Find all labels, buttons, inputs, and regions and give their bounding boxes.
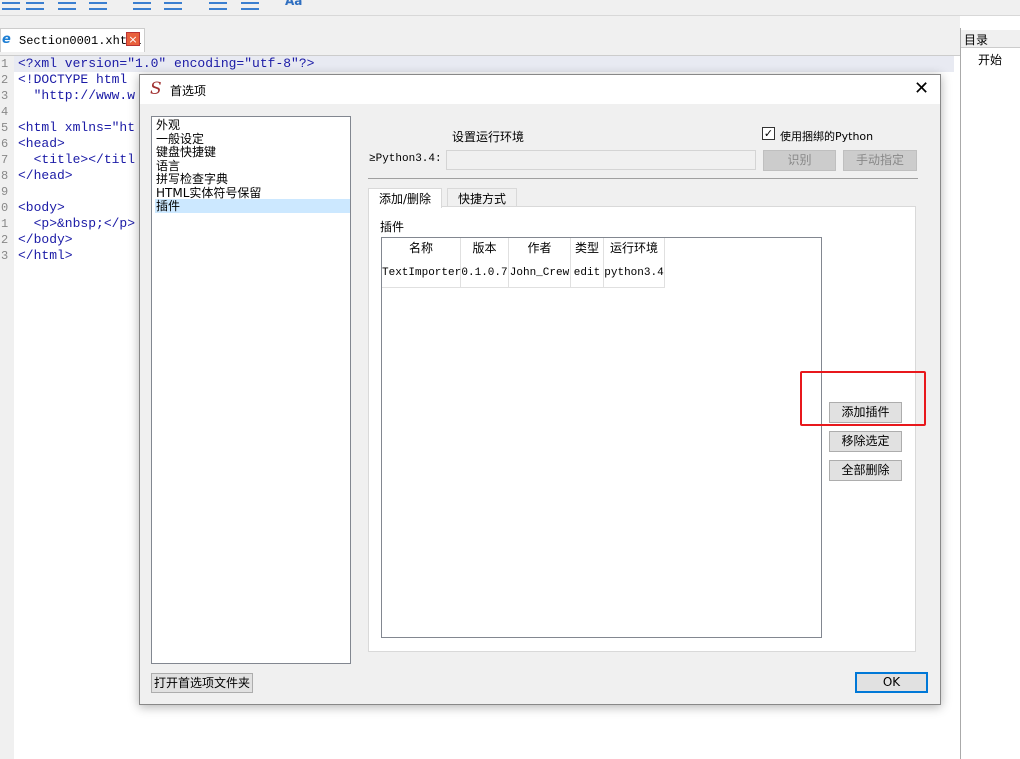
line-number: 0 (1, 201, 9, 215)
xhtml-file-icon: e (2, 32, 11, 47)
column-header[interactable]: 类型 (571, 238, 604, 261)
code-line: <html xmlns="ht (18, 120, 136, 135)
indent-icon[interactable] (241, 2, 259, 10)
code-line: <title></titl (18, 152, 136, 167)
dialog-title: 首选项 (170, 84, 207, 98)
line-number: 2 (1, 73, 9, 87)
manual-specify-button[interactable]: 手动指定 (843, 150, 917, 171)
outdent-icon[interactable] (209, 2, 227, 10)
align-right-icon[interactable] (58, 2, 76, 10)
column-header[interactable]: 作者 (509, 238, 571, 261)
code-line: </head> (18, 168, 73, 183)
tab-section0001[interactable]: Section0001.xhtml (0, 28, 145, 52)
toolbar: Aa (0, 0, 1020, 16)
category-list[interactable]: 外观 一般设定 键盘快捷键 语言 拼写检查字典 HTML实体符号保留 插件 (151, 116, 351, 664)
remove-all-button[interactable]: 全部删除 (829, 460, 902, 481)
code-line: </html> (18, 248, 73, 263)
category-item[interactable]: 拼写检查字典 (155, 172, 350, 186)
category-item[interactable]: 插件 (155, 199, 350, 213)
sigil-logo-icon: S (150, 79, 162, 99)
font-case-button[interactable]: Aa (285, 0, 302, 8)
category-item[interactable]: 一般设定 (155, 132, 350, 146)
line-number: 4 (1, 105, 9, 119)
line-number: 3 (1, 249, 9, 263)
dialog-titlebar (140, 75, 940, 104)
justify-icon[interactable] (89, 2, 107, 10)
ok-button[interactable]: OK (855, 672, 928, 693)
line-number: 9 (1, 185, 9, 199)
tab-shortcuts[interactable]: 快捷方式 (447, 188, 518, 207)
line-number: 1 (1, 217, 9, 231)
detect-button[interactable]: 识别 (763, 150, 836, 171)
close-tab-icon[interactable]: × (126, 32, 140, 46)
table-cell[interactable]: python3.4 (604, 261, 665, 288)
code-line: <!DOCTYPE html (18, 72, 128, 87)
line-number: 6 (1, 137, 9, 151)
category-item[interactable]: 键盘快捷键 (155, 145, 350, 159)
use-bundled-python-checkbox[interactable]: ✓ (762, 127, 775, 140)
divider (368, 178, 918, 179)
category-item[interactable]: HTML实体符号保留 (155, 186, 350, 200)
code-line: <head> (18, 136, 65, 151)
code-line: <body> (18, 200, 65, 215)
line-number: 8 (1, 169, 9, 183)
numbered-list-icon[interactable] (164, 2, 182, 10)
line-number: 1 (1, 57, 9, 71)
category-item[interactable]: 语言 (155, 159, 350, 173)
bullet-list-icon[interactable] (133, 2, 151, 10)
remove-selected-button[interactable]: 移除选定 (829, 431, 902, 452)
line-number: 3 (1, 89, 9, 103)
table-cell[interactable]: John_Crew (509, 261, 571, 288)
toc-header: 目录 (961, 30, 1020, 48)
close-icon[interactable]: ✕ (914, 78, 929, 99)
category-item[interactable]: 外观 (155, 118, 350, 132)
line-number: 5 (1, 121, 9, 135)
toc-panel (960, 28, 1020, 759)
code-line: </body> (18, 232, 73, 247)
code-line: <p>&nbsp;</p> (18, 216, 136, 231)
table-cell[interactable]: 0.1.0.7 (461, 261, 509, 288)
use-bundled-python-label[interactable]: 使用捆绑的Python (780, 128, 873, 144)
plugin-table[interactable]: 名称 版本 作者 类型 运行环境 TextImporter 0.1.0.7 John_Crew… (381, 237, 822, 638)
table-cell[interactable]: TextImporter (382, 261, 461, 288)
open-preferences-folder-button[interactable]: 打开首选项文件夹 (151, 673, 253, 693)
code-line: "http://www.w (18, 88, 136, 103)
tab-add-remove[interactable]: 添加/删除 (368, 188, 443, 208)
line-number: 7 (1, 153, 9, 167)
align-left-icon[interactable] (2, 2, 20, 10)
plugins-label: 插件 (380, 220, 405, 234)
table-cell[interactable]: edit (571, 261, 604, 288)
env-title: 设置运行环境 (452, 130, 525, 144)
python-path-input[interactable] (446, 150, 756, 170)
code-line: <?xml version="1.0" encoding="utf-8"?> (18, 56, 315, 71)
add-plugin-button[interactable]: 添加插件 (829, 402, 902, 423)
line-number: 2 (1, 233, 9, 247)
column-header[interactable]: 名称 (382, 238, 461, 261)
python-label: ≥Python3.4: (369, 153, 442, 165)
column-header[interactable]: 运行环境 (604, 238, 665, 261)
column-header[interactable]: 版本 (461, 238, 509, 261)
toc-item[interactable]: 开始 (978, 51, 1002, 68)
align-center-icon[interactable] (26, 2, 44, 10)
